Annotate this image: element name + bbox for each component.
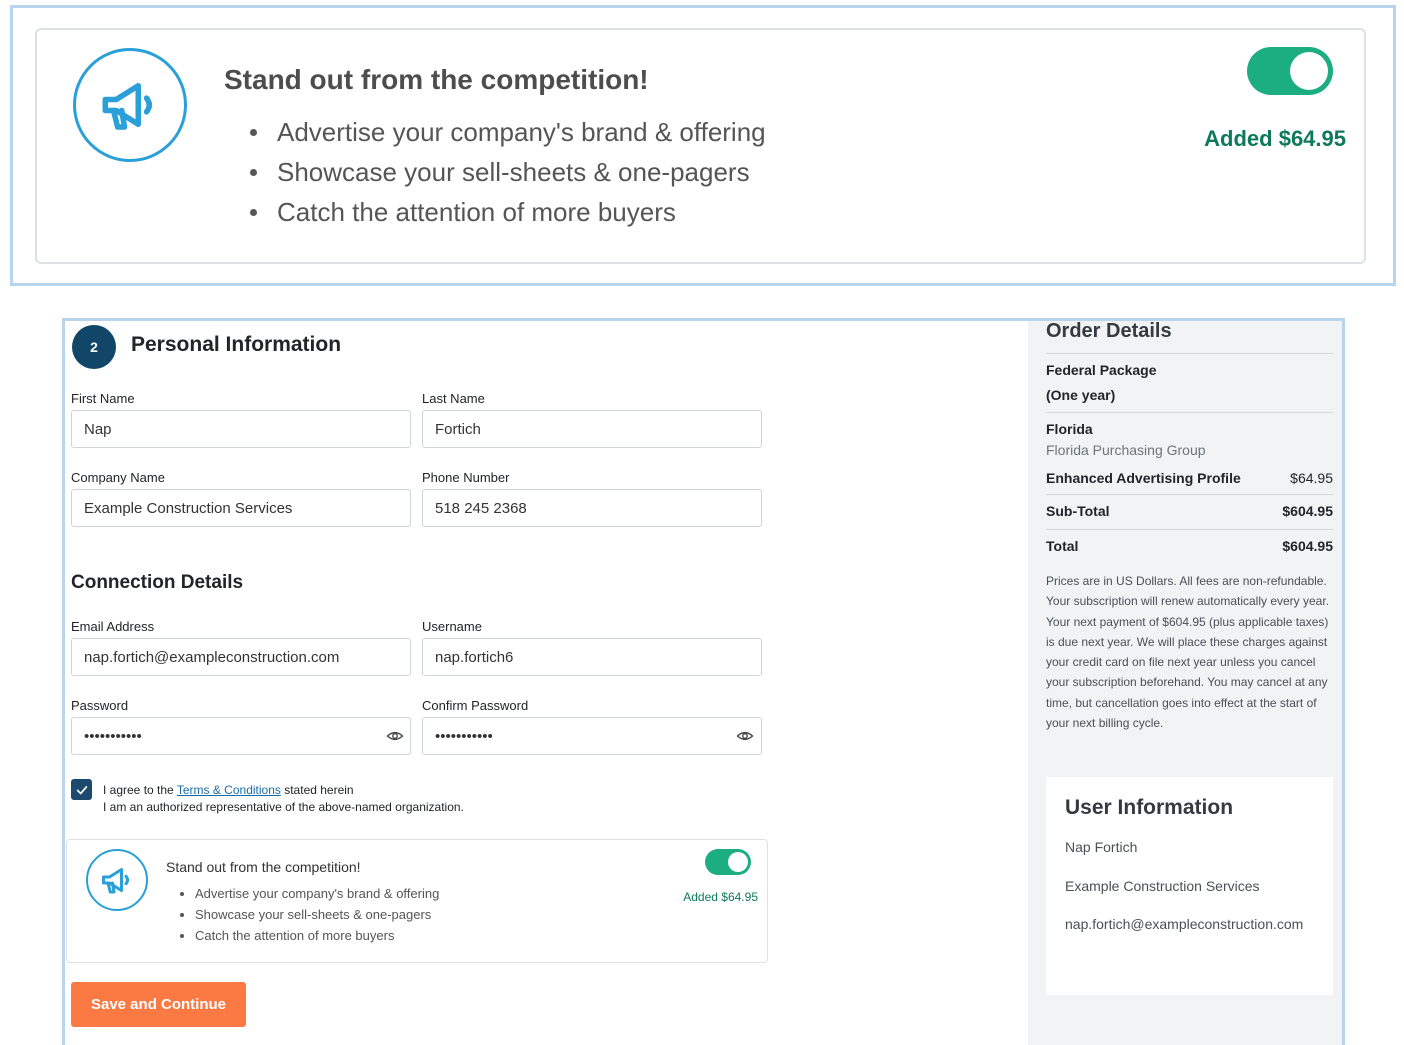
billing-disclaimer: Prices are in US Dollars. All fees are n… bbox=[1046, 574, 1330, 731]
password-field[interactable] bbox=[71, 717, 411, 755]
phone-number-field[interactable] bbox=[422, 489, 762, 527]
username-field[interactable] bbox=[422, 638, 762, 676]
zoomed-promo-card: Stand out from the competition! Advertis… bbox=[35, 28, 1366, 264]
user-name: Nap Fortich bbox=[1065, 839, 1138, 855]
first-name-field[interactable] bbox=[71, 410, 411, 448]
megaphone-icon bbox=[86, 849, 148, 911]
zoomed-promo-title: Stand out from the competition! bbox=[224, 64, 649, 95]
last-name-field[interactable] bbox=[422, 410, 762, 448]
username-label: Username bbox=[422, 619, 482, 634]
terms-conditions-link[interactable]: Terms & Conditions bbox=[177, 783, 281, 797]
total-label: Total bbox=[1046, 538, 1079, 554]
list-item: Catch the attention of more buyers bbox=[250, 196, 766, 236]
email-field[interactable] bbox=[71, 638, 411, 676]
list-item: Showcase your sell-sheets & one-pagers bbox=[250, 156, 766, 196]
list-item: Catch the attention of more buyers bbox=[179, 927, 439, 948]
show-confirm-password-eye-icon[interactable] bbox=[735, 726, 755, 746]
purchasing-group: Florida Purchasing Group bbox=[1046, 442, 1206, 458]
user-email: nap.fortich@exampleconstruction.com bbox=[1065, 916, 1304, 932]
toggle-knob bbox=[728, 852, 748, 872]
divider bbox=[1046, 494, 1333, 495]
list-item: Advertise your company's brand & offerin… bbox=[250, 116, 766, 156]
user-information-card: User Information Nap Fortich Example Con… bbox=[1046, 777, 1333, 995]
company-name-field[interactable] bbox=[71, 489, 411, 527]
zoomed-added-price: Added $64.95 bbox=[1204, 126, 1346, 151]
promo-title: Stand out from the competition! bbox=[166, 859, 361, 875]
zoomed-promo-frame: Stand out from the competition! Advertis… bbox=[10, 5, 1396, 286]
divider bbox=[1046, 353, 1333, 354]
section-title: Personal Information bbox=[131, 333, 342, 356]
zoomed-promo-benefits: Advertise your company's brand & offerin… bbox=[250, 116, 766, 236]
password-label: Password bbox=[71, 698, 129, 713]
addon-label: Enhanced Advertising Profile bbox=[1046, 470, 1241, 486]
subtotal-label: Sub-Total bbox=[1046, 503, 1110, 519]
user-company: Example Construction Services bbox=[1065, 878, 1260, 894]
megaphone-icon bbox=[73, 48, 187, 162]
confirm-password-field[interactable] bbox=[422, 717, 762, 755]
email-label: Email Address bbox=[71, 619, 155, 634]
list-item: Showcase your sell-sheets & one-pagers bbox=[179, 906, 439, 927]
connection-details-title: Connection Details bbox=[71, 572, 244, 593]
total-value: $604.95 bbox=[1282, 538, 1333, 554]
show-password-eye-icon[interactable] bbox=[385, 726, 405, 746]
confirm-password-label: Confirm Password bbox=[422, 698, 529, 713]
step-number-badge: 2 bbox=[72, 325, 116, 369]
company-name-label: Company Name bbox=[71, 470, 165, 485]
last-name-label: Last Name bbox=[422, 391, 485, 406]
authorized-representative-text: I am an authorized representative of the… bbox=[103, 800, 464, 814]
phone-number-label: Phone Number bbox=[422, 470, 510, 485]
advertising-toggle[interactable] bbox=[705, 849, 751, 875]
agreement-suffix: stated herein bbox=[280, 783, 354, 797]
added-price: Added $64.95 bbox=[683, 890, 758, 904]
state-name: Florida bbox=[1046, 421, 1093, 437]
advertising-promo-card: Stand out from the competition! Advertis… bbox=[66, 839, 768, 963]
promo-benefits: Advertise your company's brand & offerin… bbox=[179, 885, 439, 948]
agree-terms-checkbox[interactable] bbox=[71, 779, 92, 800]
order-details-title: Order Details bbox=[1046, 320, 1172, 342]
addon-price: $64.95 bbox=[1290, 470, 1333, 486]
subtotal-value: $604.95 bbox=[1282, 503, 1333, 519]
checkmark-icon bbox=[76, 785, 87, 794]
list-item: Advertise your company's brand & offerin… bbox=[179, 885, 439, 906]
divider bbox=[1046, 412, 1333, 413]
user-information-title: User Information bbox=[1065, 796, 1234, 819]
agreement-prefix: I agree to the bbox=[103, 783, 177, 797]
package-term: (One year) bbox=[1046, 387, 1116, 403]
zoomed-advertising-toggle[interactable] bbox=[1247, 47, 1333, 95]
package-name: Federal Package bbox=[1046, 362, 1157, 378]
agreement-text: I agree to the Terms & Conditions stated… bbox=[103, 782, 464, 816]
toggle-knob bbox=[1290, 52, 1328, 90]
divider bbox=[1046, 529, 1333, 530]
save-and-continue-button[interactable]: Save and Continue bbox=[71, 982, 246, 1027]
first-name-label: First Name bbox=[71, 391, 135, 406]
